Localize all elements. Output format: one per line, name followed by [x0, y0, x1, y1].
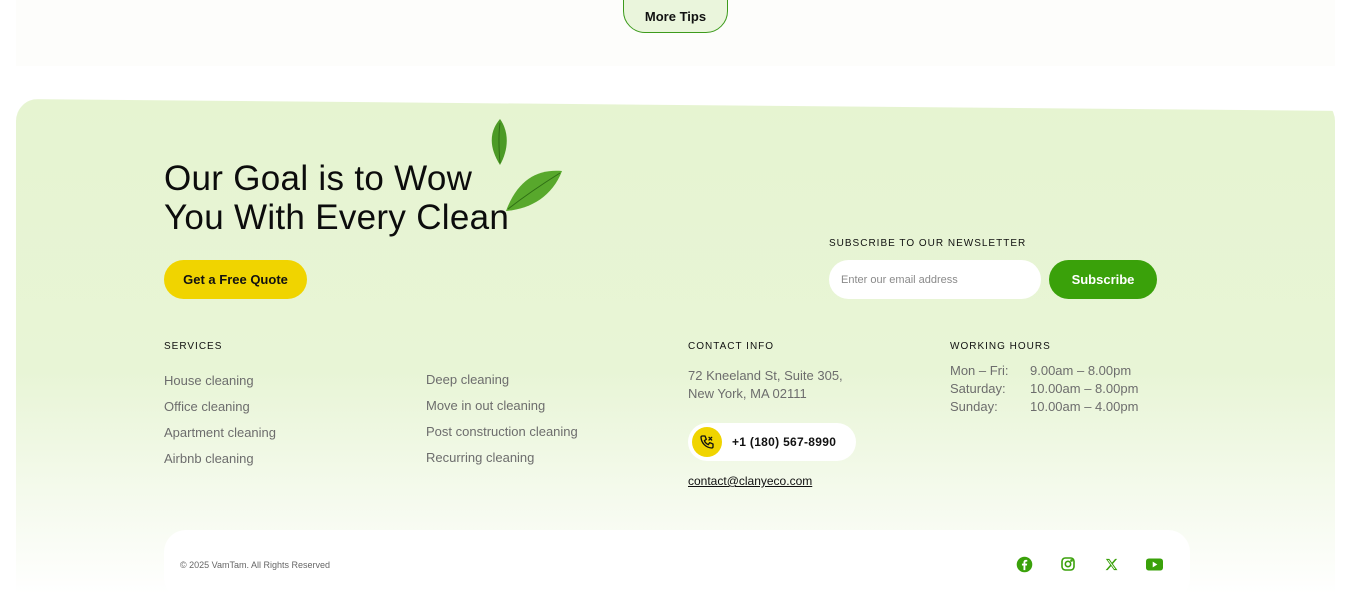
phone-button[interactable]: +1 (180) 567-8990 — [688, 423, 856, 461]
youtube-icon[interactable] — [1145, 555, 1163, 573]
hours-row: Saturday: 10.00am – 8.00pm — [950, 380, 1138, 398]
service-link[interactable]: House cleaning — [164, 368, 276, 394]
hours-row: Sunday: 10.00am – 4.00pm — [950, 398, 1138, 416]
newsletter-label: SUBSCRIBE TO OUR NEWSLETTER — [829, 238, 1027, 249]
service-link[interactable]: Apartment cleaning — [164, 420, 276, 446]
working-hours: Mon – Fri: 9.00am – 8.00pm Saturday: 10.… — [950, 362, 1138, 416]
service-link[interactable]: Deep cleaning — [426, 367, 578, 393]
subscribe-button[interactable]: Subscribe — [1049, 260, 1157, 299]
headline-line-2: You With Every Clean — [164, 198, 510, 237]
phone-number: +1 (180) 567-8990 — [732, 435, 837, 449]
hours-time: 10.00am – 4.00pm — [1030, 399, 1139, 414]
hours-day: Sunday: — [950, 399, 998, 414]
headline-line-1: Our Goal is to Wow — [164, 159, 473, 198]
hours-title: WORKING HOURS — [950, 341, 1051, 352]
hours-day: Mon – Fri: — [950, 363, 1009, 378]
hours-day: Saturday: — [950, 381, 1006, 396]
service-link[interactable]: Post construction cleaning — [426, 419, 578, 445]
more-tips-button[interactable]: More Tips — [623, 0, 728, 33]
footer-headline: Our Goal is to Wow You With Every Clean — [164, 159, 509, 237]
facebook-icon[interactable] — [1015, 555, 1033, 573]
x-icon[interactable] — [1102, 555, 1120, 573]
hours-row: Mon – Fri: 9.00am – 8.00pm — [950, 362, 1138, 380]
get-free-quote-button[interactable]: Get a Free Quote — [164, 260, 307, 299]
hours-time: 9.00am – 8.00pm — [1030, 363, 1132, 378]
services-list-2: Deep cleaning Move in out cleaning Post … — [426, 367, 578, 471]
services-title: SERVICES — [164, 341, 223, 352]
contact-title: CONTACT INFO — [688, 341, 775, 352]
service-link[interactable]: Recurring cleaning — [426, 445, 578, 471]
hours-time: 10.00am – 8.00pm — [1030, 381, 1139, 396]
footer-bottom-bar: © 2025 VamTam. All Rights Reserved — [164, 530, 1190, 594]
services-list-1: House cleaning Office cleaning Apartment… — [164, 368, 276, 472]
phone-icon — [692, 427, 722, 457]
email-link[interactable]: contact@clanyeco.com — [688, 474, 812, 488]
newsletter-email-input[interactable] — [829, 260, 1041, 299]
copyright-text: © 2025 VamTam. All Rights Reserved — [180, 560, 331, 570]
leaves-decoration — [491, 119, 562, 211]
address-line-2: New York, MA 02111 — [688, 386, 807, 401]
service-link[interactable]: Move in out cleaning — [426, 393, 578, 419]
contact-address: 72 Kneeland St, Suite 305, New York, MA … — [688, 367, 843, 403]
service-link[interactable]: Airbnb cleaning — [164, 446, 276, 472]
address-line-1: 72 Kneeland St, Suite 305, — [688, 368, 843, 383]
footer: Our Goal is to Wow You With Every Clean … — [16, 99, 1335, 594]
service-link[interactable]: Office cleaning — [164, 394, 276, 420]
instagram-icon[interactable] — [1059, 555, 1077, 573]
